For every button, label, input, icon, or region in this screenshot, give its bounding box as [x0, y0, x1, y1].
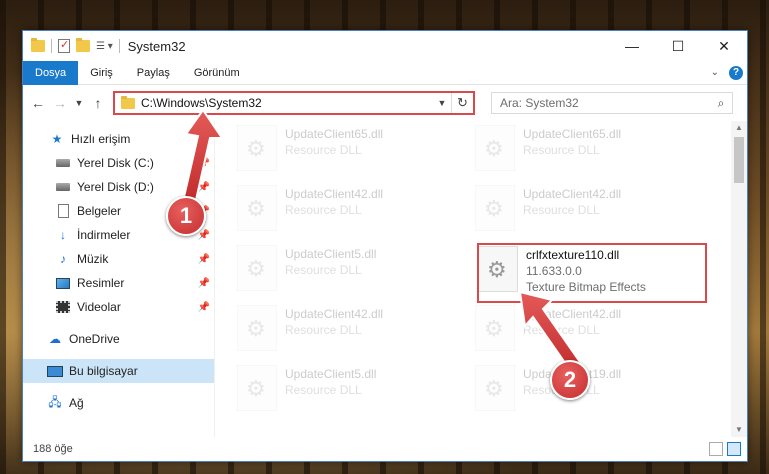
arrow-2-icon	[518, 290, 582, 372]
annotation-arrows	[182, 108, 582, 372]
step-badge-1: 1	[166, 196, 206, 236]
arrow-1-icon	[182, 108, 224, 202]
step-badge-2: 2	[550, 360, 590, 400]
